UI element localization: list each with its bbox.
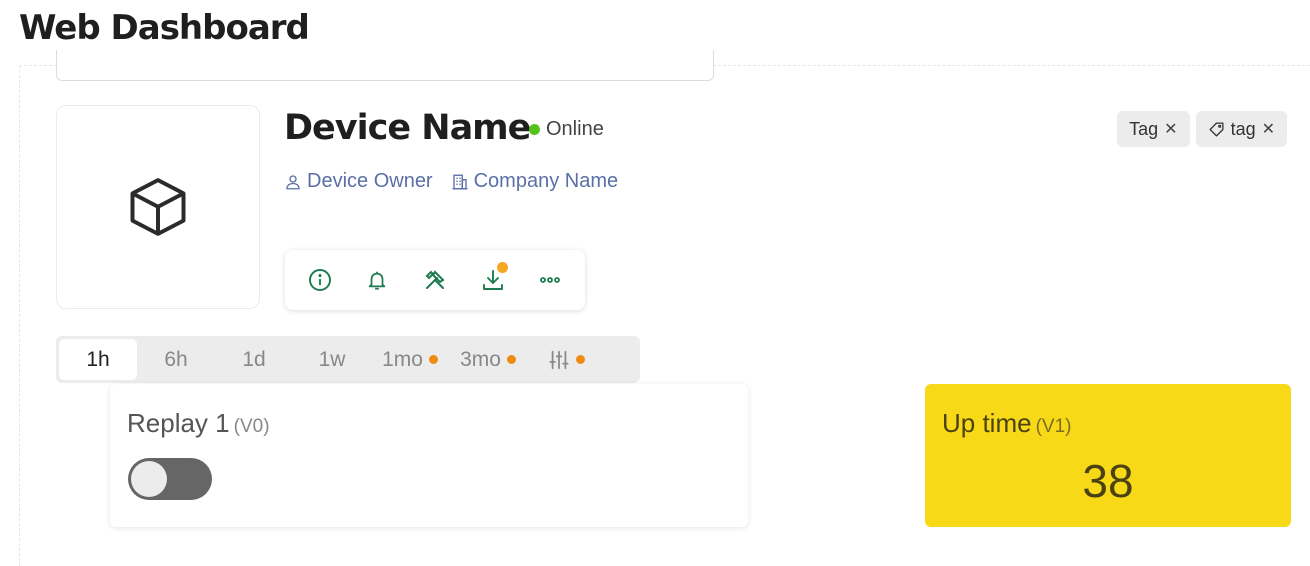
- cube-icon: [130, 178, 186, 236]
- tab-label: 3mo: [460, 347, 501, 371]
- tab-1mo[interactable]: 1mo: [371, 339, 449, 380]
- premium-dot: [506, 355, 516, 364]
- device-meta: Device Owner Company Name: [284, 170, 618, 193]
- tab-1h[interactable]: 1h: [59, 339, 137, 380]
- close-icon[interactable]: ✕: [1262, 119, 1275, 139]
- tag-chip[interactable]: tag ✕: [1195, 111, 1287, 147]
- tab-label: 1d: [242, 347, 266, 371]
- bell-icon: [369, 271, 386, 290]
- tab-3mo[interactable]: 3mo: [449, 339, 527, 380]
- info-button[interactable]: [300, 260, 340, 300]
- info-icon: [308, 269, 331, 291]
- more-icon: [540, 277, 561, 283]
- tag-label: Tag: [1129, 118, 1159, 139]
- download-button[interactable]: [473, 260, 513, 300]
- widget-pin: (V1): [1035, 416, 1072, 437]
- tag-label: tag: [1230, 118, 1256, 139]
- uptime-widget: Up time (V1) 38: [925, 384, 1291, 527]
- page-title: Web Dashboard: [19, 8, 310, 48]
- tab-6h[interactable]: 6h: [137, 339, 215, 380]
- search-input[interactable]: [56, 50, 714, 81]
- replay-toggle[interactable]: [128, 458, 212, 500]
- notifications-button[interactable]: [357, 260, 397, 300]
- tab-label: 1w: [318, 347, 346, 371]
- notification-dot: [496, 262, 508, 273]
- tag-chip[interactable]: Tag ✕: [1117, 111, 1190, 147]
- tab-1d[interactable]: 1d: [215, 339, 293, 380]
- toggle-knob: [131, 461, 167, 497]
- tools-button[interactable]: [415, 260, 455, 300]
- device-owner-label: Device Owner: [307, 170, 433, 192]
- status-badge: Online: [529, 118, 604, 141]
- status-label: Online: [546, 118, 604, 140]
- premium-dot: [428, 355, 438, 364]
- close-icon[interactable]: ✕: [1164, 119, 1177, 139]
- widget-title: Replay 1 (V0): [127, 408, 270, 439]
- replay-widget: Replay 1 (V0): [110, 384, 748, 527]
- tag-list: Tag ✕ tag ✕: [1117, 111, 1287, 147]
- device-action-bar: [285, 250, 585, 310]
- widget-label: Up time: [942, 408, 1032, 438]
- tab-custom-range[interactable]: [527, 339, 605, 380]
- tab-1w[interactable]: 1w: [293, 339, 371, 380]
- tag-icon: [1209, 121, 1224, 137]
- widget-title: Up time (V1): [942, 408, 1071, 439]
- building-icon: [452, 174, 468, 189]
- device-owner-link[interactable]: Device Owner: [284, 170, 433, 193]
- time-range-selector: 1h 6h 1d 1w 1mo 3mo: [56, 336, 640, 383]
- user-icon: [286, 174, 300, 189]
- tab-label: 1mo: [382, 347, 423, 371]
- device-image: [56, 105, 260, 309]
- tools-icon: [425, 270, 445, 289]
- tab-label: 1h: [86, 347, 110, 371]
- premium-dot: [575, 355, 585, 364]
- status-dot: [529, 124, 540, 135]
- company-label: Company Name: [473, 170, 619, 192]
- device-name: Device Name: [284, 108, 531, 148]
- widget-label: Replay 1: [127, 408, 230, 438]
- more-button[interactable]: [530, 260, 570, 300]
- company-link[interactable]: Company Name: [451, 170, 619, 193]
- uptime-value: 38: [1082, 455, 1134, 507]
- widget-pin: (V0): [233, 416, 270, 437]
- tab-label: 6h: [164, 347, 188, 371]
- sliders-icon: [548, 350, 569, 369]
